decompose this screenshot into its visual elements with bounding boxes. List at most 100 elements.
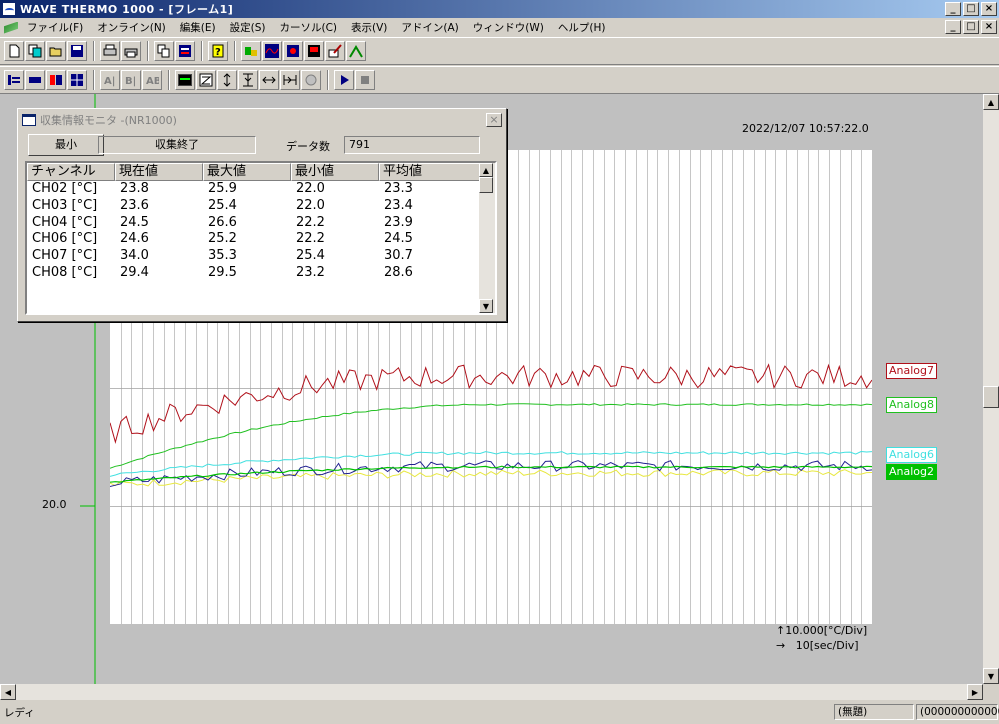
cell-min: 22.0 bbox=[296, 181, 325, 196]
list-scroll-up[interactable]: ▲ bbox=[479, 163, 493, 177]
list-scroll-down[interactable]: ▼ bbox=[479, 299, 493, 313]
v-expand-icon[interactable] bbox=[217, 70, 237, 90]
copy-icon[interactable] bbox=[25, 41, 45, 61]
list-scrollbar[interactable]: ▲ ▼ bbox=[479, 163, 495, 313]
cell-channel: CH06 [°C] bbox=[32, 231, 98, 247]
cell-current: 23.8 bbox=[120, 181, 149, 196]
settings-icon[interactable] bbox=[346, 41, 366, 61]
maximize-button[interactable]: □ bbox=[963, 2, 979, 16]
list-scroll-thumb[interactable] bbox=[479, 177, 493, 193]
header-max[interactable]: 最大値 bbox=[203, 163, 291, 181]
minimize-monitor-button[interactable]: 最小 bbox=[28, 134, 104, 156]
channel-list-icon[interactable] bbox=[4, 70, 24, 90]
properties-icon[interactable] bbox=[175, 41, 195, 61]
menu-view[interactable]: 表示(V) bbox=[344, 20, 394, 35]
menu-edit[interactable]: 編集(E) bbox=[173, 20, 223, 35]
play-icon[interactable] bbox=[334, 70, 354, 90]
h-fit-icon[interactable] bbox=[280, 70, 300, 90]
scroll-left-button[interactable]: ◀ bbox=[0, 684, 16, 700]
header-average[interactable]: 平均値 bbox=[379, 163, 481, 181]
menu-online[interactable]: オンライン(N) bbox=[90, 20, 173, 35]
series-label-analog7[interactable]: Analog7 bbox=[886, 363, 938, 379]
window-icon bbox=[22, 114, 36, 126]
save-data-icon[interactable] bbox=[304, 41, 324, 61]
table-row[interactable]: CH08 [°C] 29.4 29.5 23.2 28.6 bbox=[27, 265, 495, 282]
table-row[interactable]: CH04 [°C] 24.5 26.6 22.2 23.9 bbox=[27, 215, 495, 232]
cell-min: 22.0 bbox=[296, 197, 325, 213]
v-fit-icon[interactable] bbox=[238, 70, 258, 90]
toolbar-separator bbox=[93, 41, 95, 61]
toolbar-separator bbox=[147, 41, 149, 61]
scroll-down-button[interactable]: ▼ bbox=[983, 668, 999, 684]
table-row[interactable]: CH03 [°C] 23.6 25.4 22.0 23.4 bbox=[27, 198, 495, 215]
open-icon[interactable] bbox=[46, 41, 66, 61]
h-expand-icon[interactable] bbox=[259, 70, 279, 90]
app-icon[interactable] bbox=[2, 2, 16, 16]
menu-window[interactable]: ウィンドウ(W) bbox=[466, 20, 551, 35]
menu-bar: ファイル(F) オンライン(N) 編集(E) 設定(S) カーソル(C) 表示(… bbox=[0, 18, 999, 37]
connect-icon[interactable] bbox=[241, 41, 261, 61]
status-counter: (000000000000) bbox=[916, 704, 999, 720]
series-label-analog8[interactable]: Analog8 bbox=[886, 397, 938, 413]
monitor-title-bar[interactable]: 収集情報モニタ -(NR1000) × bbox=[20, 111, 504, 129]
mdi-minimize-button[interactable]: _ bbox=[945, 20, 961, 34]
data-count-label: データ数 bbox=[286, 140, 330, 153]
menu-cursor[interactable]: カーソル(C) bbox=[272, 20, 344, 35]
cell-average: 30.7 bbox=[384, 248, 413, 264]
vertical-scrollbar[interactable]: ▲ ▼ bbox=[983, 94, 999, 684]
zoom-a-icon[interactable]: A| bbox=[100, 70, 120, 90]
header-current[interactable]: 現在値 bbox=[115, 163, 203, 181]
channel-select-icon[interactable] bbox=[46, 70, 66, 90]
new-icon[interactable] bbox=[4, 41, 24, 61]
series-label-analog6[interactable]: Analog6 bbox=[886, 447, 938, 463]
collection-monitor-window[interactable]: 収集情報モニタ -(NR1000) × 最小 収集終了 データ数 791 チャン… bbox=[17, 108, 507, 322]
stop-icon[interactable] bbox=[355, 70, 375, 90]
scroll-thumb[interactable] bbox=[983, 386, 999, 408]
zoom-c-icon[interactable]: AB bbox=[142, 70, 162, 90]
grid-icon[interactable] bbox=[67, 70, 87, 90]
cell-channel: CH04 [°C] bbox=[32, 214, 98, 230]
svg-text:?: ? bbox=[215, 47, 221, 58]
table-row[interactable]: CH06 [°C] 24.6 25.2 22.2 24.5 bbox=[27, 231, 495, 248]
cell-max: 29.5 bbox=[208, 264, 237, 280]
save-icon[interactable] bbox=[67, 41, 87, 61]
zoom-b-icon[interactable]: B| bbox=[121, 70, 141, 90]
print-icon[interactable] bbox=[100, 41, 120, 61]
copy-image-icon[interactable] bbox=[154, 41, 174, 61]
header-min[interactable]: 最小値 bbox=[291, 163, 379, 181]
menu-help[interactable]: ヘルプ(H) bbox=[551, 20, 613, 35]
mdi-close-button[interactable]: × bbox=[981, 20, 997, 34]
header-channel[interactable]: チャンネル bbox=[27, 163, 115, 181]
channel-bar-icon[interactable] bbox=[25, 70, 45, 90]
cell-current: 29.4 bbox=[120, 264, 149, 280]
scroll-up-button[interactable]: ▲ bbox=[983, 94, 999, 110]
series-analog8 bbox=[110, 403, 872, 469]
svg-text:A|: A| bbox=[104, 76, 115, 87]
monitor-close-button[interactable]: × bbox=[486, 113, 502, 127]
cell-channel: CH03 [°C] bbox=[32, 197, 98, 213]
z-icon[interactable] bbox=[196, 70, 216, 90]
channel-stats-list[interactable]: チャンネル 現在値 最大値 最小値 平均値 CH02 [°C] 23.8 25.9 2… bbox=[25, 161, 497, 315]
record-icon[interactable] bbox=[283, 41, 303, 61]
scroll-right-button[interactable]: ▶ bbox=[967, 684, 983, 700]
mdi-restore-button[interactable]: □ bbox=[963, 20, 979, 34]
target-icon[interactable] bbox=[301, 70, 321, 90]
title-bar[interactable]: WAVE THERMO 1000 - [フレーム1] _ □ × bbox=[0, 0, 999, 18]
minimize-button[interactable]: _ bbox=[945, 2, 961, 16]
menu-addin[interactable]: アドイン(A) bbox=[394, 20, 465, 35]
menu-settings[interactable]: 設定(S) bbox=[223, 20, 273, 35]
horizontal-scrollbar[interactable]: ◀ ▶ bbox=[0, 684, 983, 700]
series-label-analog2[interactable]: Analog2 bbox=[886, 464, 938, 480]
series-analog7 bbox=[110, 363, 872, 445]
waveform-icon[interactable] bbox=[262, 41, 282, 61]
close-button[interactable]: × bbox=[981, 2, 997, 16]
svg-text:B|: B| bbox=[125, 76, 136, 87]
document-icon[interactable] bbox=[4, 21, 18, 34]
wave-view-icon[interactable] bbox=[175, 70, 195, 90]
table-row[interactable]: CH07 [°C] 34.0 35.3 25.4 30.7 bbox=[27, 248, 495, 265]
edit-icon[interactable] bbox=[325, 41, 345, 61]
menu-file[interactable]: ファイル(F) bbox=[20, 20, 90, 35]
print-preview-icon[interactable] bbox=[121, 41, 141, 61]
help-icon[interactable]: ? bbox=[208, 41, 228, 61]
table-row[interactable]: CH02 [°C] 23.8 25.9 22.0 23.3 bbox=[27, 181, 495, 198]
